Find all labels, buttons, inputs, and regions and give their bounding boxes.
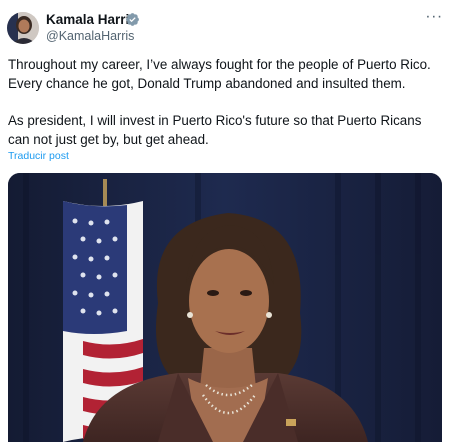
avatar[interactable] [7,12,39,44]
tweet-media-video[interactable] [8,173,442,442]
tweet[interactable]: Kamala Harris @KamalaHarris ··· Througho… [0,0,450,442]
translate-post-link[interactable]: Traducir post [8,150,69,163]
tweet-text: Throughout my career, I’ve always fought… [8,55,444,149]
video-frame-image [8,173,442,442]
more-options-icon[interactable]: ··· [424,9,444,28]
tweet-text-line: can not just get by, but get ahead. [8,132,209,147]
tweet-text-line: Throughout my career, I’ve always fought… [8,57,431,72]
author-handle[interactable]: @KamalaHarris [46,29,134,44]
verified-badge-icon [126,13,139,26]
author-display-name[interactable]: Kamala Harris [46,12,137,28]
avatar-image [7,12,39,44]
tweet-text-line: Every chance he got, Donald Trump abando… [8,76,406,91]
tweet-text-line: As president, I will invest in Puerto Ri… [8,113,422,128]
